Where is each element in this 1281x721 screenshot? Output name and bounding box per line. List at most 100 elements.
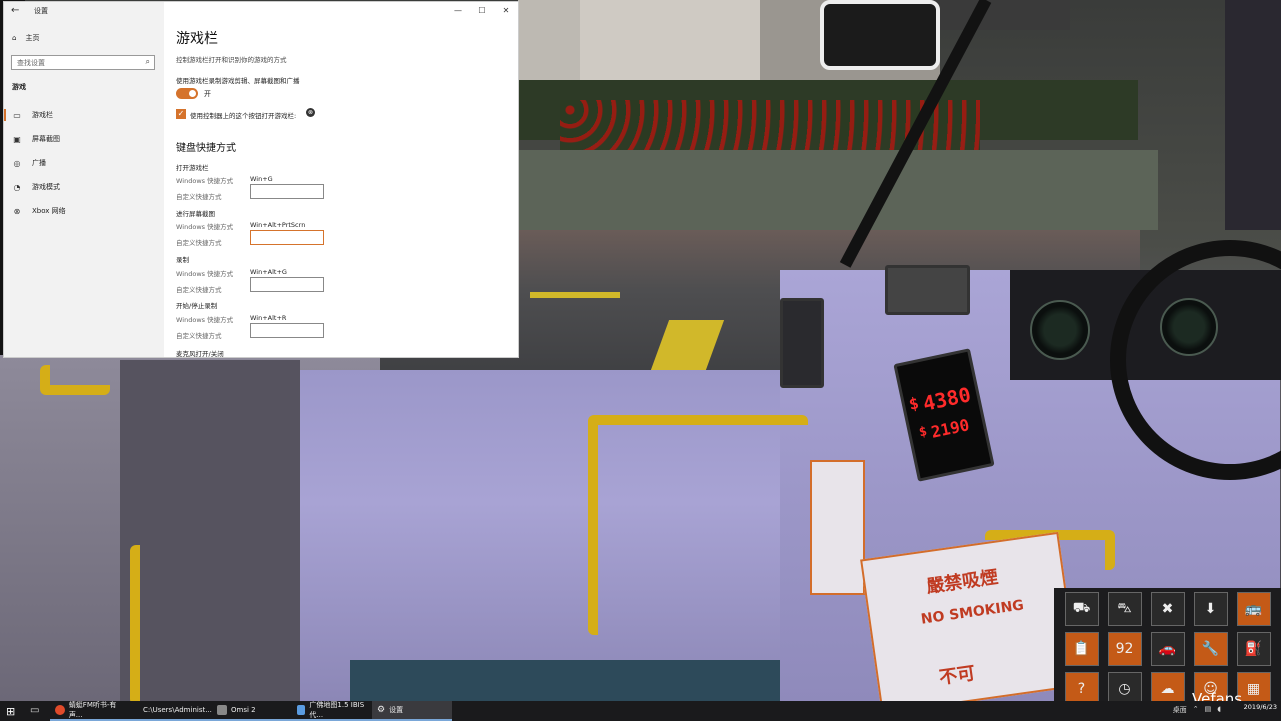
- search-icon: ⌕: [145, 57, 150, 66]
- xbox-button-icon: ⊗: [306, 108, 315, 117]
- xbox-icon: ⊗: [13, 206, 21, 216]
- omsi-toolbar: ⛟ ⛍ ✖ ⬇ 🚌 📋 92 🚗 🔧 ⛽ ? ◷ ☁ ☺ ▦: [1054, 588, 1281, 706]
- custom-shortcut-input[interactable]: [250, 230, 324, 245]
- task-view-icon[interactable]: ▭: [30, 705, 39, 716]
- sign-chinese: 嚴禁吸煙: [925, 566, 1000, 598]
- checkbox-label: 使用控制器上的这个按钮打开游戏栏:: [190, 112, 297, 120]
- sidewalk: [518, 150, 1158, 230]
- app-icon: [297, 705, 306, 715]
- ticket-validator: [780, 298, 824, 388]
- controller-checkbox[interactable]: ✓: [176, 109, 186, 119]
- system-tray: 桌面 ⌃ ▤ ◖: [1173, 705, 1221, 715]
- app-icon: [217, 705, 227, 715]
- section-label: 游戏: [12, 83, 26, 91]
- shortcut-title: 进行屏幕截图: [176, 210, 215, 218]
- sidebar-item-label: 屏幕截图: [32, 135, 60, 143]
- yellow-handrail: [588, 415, 808, 635]
- tool-icon[interactable]: ⛍: [1107, 592, 1142, 626]
- sidebar-item-label: Xbox 网络: [32, 207, 66, 215]
- tool-icon[interactable]: 🔧: [1193, 632, 1228, 666]
- clock[interactable]: 2019/6/23: [1244, 703, 1277, 711]
- no-smoking-sign: 嚴禁吸煙 NO SMOKING 不可: [860, 531, 1080, 701]
- tool-icon[interactable]: ⛽: [1236, 632, 1271, 666]
- sidebar-item-game-bar[interactable]: ▭ 游戏栏: [4, 104, 164, 126]
- taskbar-app-label: C:\Users\Administ...: [143, 706, 212, 714]
- window-title: 设置: [34, 7, 48, 15]
- fare-symbol: $: [917, 424, 929, 441]
- toggle-state-label: 开: [204, 90, 211, 98]
- search-input[interactable]: 查找设置 ⌕: [11, 55, 155, 70]
- building: [930, 0, 1070, 30]
- tool-icon[interactable]: ✖: [1150, 592, 1185, 626]
- home-icon: ⌂: [12, 34, 17, 42]
- taskbar-app-button[interactable]: ⚙ 设置: [372, 701, 452, 721]
- fare-top-value: 4380: [920, 382, 973, 416]
- home-label: 主页: [25, 34, 40, 42]
- gear-icon: ⚙: [377, 705, 386, 715]
- custom-shortcut-input[interactable]: [250, 323, 324, 338]
- ibis-unit: [885, 265, 970, 315]
- custom-shortcut-label: 自定义快捷方式: [176, 332, 222, 340]
- tool-icon[interactable]: 🚌: [1236, 592, 1271, 626]
- sidebar-item-screenshot[interactable]: ▣ 屏幕截图: [4, 128, 164, 150]
- taskbar: ⊞ ▭ 蜻蜓FM听书-有声... C:\Users\Administ... Om…: [0, 701, 1281, 721]
- shortcut-title: 开始/停止录制: [176, 302, 218, 310]
- fare-bottom-value: 2190: [929, 415, 972, 442]
- screenshot-icon: ▣: [13, 134, 21, 144]
- desktop-label[interactable]: 桌面: [1173, 705, 1187, 715]
- taskbar-app-label: Omsi 2: [231, 706, 256, 714]
- custom-shortcut-label: 自定义快捷方式: [176, 193, 222, 201]
- sidebar-item-label: 游戏模式: [32, 183, 60, 191]
- mirror: [820, 0, 940, 70]
- taskbar-app-button[interactable]: 蜻蜓FM听书-有声...: [50, 701, 134, 721]
- sidebar-item-broadcast[interactable]: ◎ 广播: [4, 152, 164, 174]
- taskbar-app-label: 蜻蜓FM听书-有声...: [68, 701, 117, 719]
- game-bar-icon: ▭: [13, 110, 21, 120]
- tool-icon[interactable]: ⛟: [1064, 592, 1099, 626]
- sidebar-item-label: 广播: [32, 159, 46, 167]
- road-marking: [530, 292, 620, 298]
- home-nav[interactable]: ⌂ 主页: [12, 33, 39, 43]
- speedometer: [1030, 300, 1090, 360]
- back-arrow-icon[interactable]: ←: [11, 5, 19, 16]
- settings-content: 游戏栏 控制游戏栏打开和识别你的游戏的方式 使用游戏栏录制游戏剪辑、屏幕截图和广…: [176, 2, 516, 357]
- taskbar-app-label: 设置: [389, 706, 404, 714]
- taskbar-app-button[interactable]: Omsi 2: [212, 701, 292, 721]
- custom-shortcut-label: 自定义快捷方式: [176, 239, 222, 247]
- search-placeholder: 查找设置: [17, 59, 45, 67]
- windows-shortcut-label: Windows 快捷方式: [176, 223, 234, 231]
- windows-shortcut-value: Win+Alt+PrtScrn: [250, 221, 306, 229]
- shortcut-title: 录制: [176, 256, 189, 264]
- tool-icon[interactable]: ⬇: [1193, 592, 1228, 626]
- sidebar-item-game-mode[interactable]: ◔ 游戏模式: [4, 176, 164, 198]
- taskbar-app-button[interactable]: 广佛地图1.5 IBIS代...: [292, 701, 372, 721]
- tool-icon[interactable]: 📋: [1064, 632, 1099, 666]
- chevron-up-icon[interactable]: ⌃: [1193, 705, 1199, 715]
- windows-shortcut-value: Win+Alt+R: [250, 314, 287, 322]
- windows-shortcut-label: Windows 快捷方式: [176, 177, 234, 185]
- sign-english: NO SMOKING: [919, 597, 1025, 628]
- taskbar-app-button[interactable]: C:\Users\Administ...: [134, 701, 212, 721]
- custom-shortcut-label: 自定义快捷方式: [176, 286, 222, 294]
- custom-shortcut-input[interactable]: [250, 184, 324, 199]
- broadcast-icon: ◎: [13, 158, 21, 168]
- shortcut-title: 打开游戏栏: [176, 164, 209, 172]
- shortcut-title: 麦克风打开/关闭: [176, 350, 224, 357]
- network-icon[interactable]: ▤: [1205, 705, 1212, 715]
- yellow-handrail: [130, 545, 220, 701]
- tool-icon[interactable]: 92: [1107, 632, 1142, 666]
- right-pillar: [1225, 0, 1281, 230]
- record-toggle[interactable]: [176, 88, 198, 99]
- sidebar-item-xbox[interactable]: ⊗ Xbox 网络: [4, 200, 164, 222]
- sign-chinese-2: 不可: [937, 662, 977, 689]
- building: [580, 0, 760, 80]
- custom-shortcut-input[interactable]: [250, 277, 324, 292]
- tool-icon[interactable]: 🚗: [1150, 632, 1185, 666]
- volume-icon[interactable]: ◖: [1217, 705, 1221, 715]
- page-description: 控制游戏栏打开和识别你的游戏的方式: [176, 56, 287, 64]
- windows-shortcut-label: Windows 快捷方式: [176, 270, 234, 278]
- game-mode-icon: ◔: [13, 182, 21, 192]
- settings-window: ← 设置 ⌂ 主页 查找设置 ⌕ 游戏 ▭ 游戏栏 ▣ 屏幕截图 ◎ 广播 ◔ …: [4, 2, 518, 357]
- windows-start-icon[interactable]: ⊞: [6, 705, 15, 718]
- windows-shortcut-value: Win+G: [250, 175, 273, 183]
